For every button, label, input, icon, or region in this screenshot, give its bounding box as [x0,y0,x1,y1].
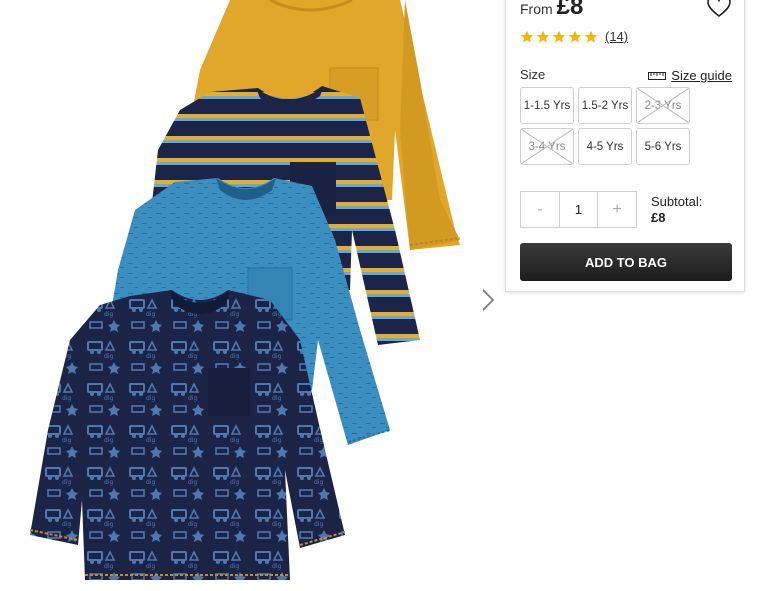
star-icon [536,30,550,43]
price-value: £8 [556,0,584,20]
size-option-label: 1-1.5 Yrs [523,99,571,112]
star-icon [568,30,582,43]
quantity-stepper: - + [520,191,637,228]
quantity-increment-button[interactable]: + [598,192,636,227]
product-image[interactable]: dig [0,0,500,591]
quantity-decrement-button[interactable]: - [521,192,559,227]
size-label: Size [520,67,546,82]
price: From £8 [520,0,583,21]
subtotal-amount: £8 [651,210,666,225]
size-option-unavailable[interactable]: 3-4 Yrs [520,128,574,165]
ruler-icon [648,71,667,80]
size-guide-link[interactable]: Size guide [648,68,732,83]
size-option-unavailable[interactable]: 2-3 Yrs [636,87,690,124]
size-option-label: 4-5 Yrs [586,140,624,153]
subtotal: Subtotal: £8 [651,194,702,226]
size-options: 1-1.5 Yrs 1.5-2 Yrs 2-3 Yrs 3-4 Yrs 4-5 … [520,87,734,165]
star-icon [584,30,598,43]
size-option[interactable]: 1-1.5 Yrs [520,87,574,124]
size-guide-label: Size guide [671,68,732,83]
size-option-label: 1.5-2 Yrs [581,99,629,112]
review-count-link[interactable]: (14) [605,29,628,44]
size-option-label: 2-3 Yrs [644,99,682,112]
star-icon [520,30,534,43]
add-to-bag-button[interactable]: ADD TO BAG [520,243,732,281]
purchase-panel: From £8 (14) Size Size guide 1-1.5 Yrs 1… [505,0,745,292]
size-option-label: 3-4 Yrs [528,140,566,153]
star-rating: (14) [520,29,628,44]
star-icon [552,30,566,43]
size-option[interactable]: 1.5-2 Yrs [578,87,632,124]
size-option[interactable]: 5-6 Yrs [636,128,690,165]
chevron-right-icon[interactable] [478,287,498,313]
price-prefix: From [520,1,553,17]
size-option-label: 5-6 Yrs [644,140,682,153]
product-page: dig [0,0,759,591]
quantity-input[interactable] [559,192,598,227]
size-option[interactable]: 4-5 Yrs [578,128,632,165]
heart-outline-icon[interactable] [706,0,732,19]
subtotal-label: Subtotal: [651,194,703,209]
